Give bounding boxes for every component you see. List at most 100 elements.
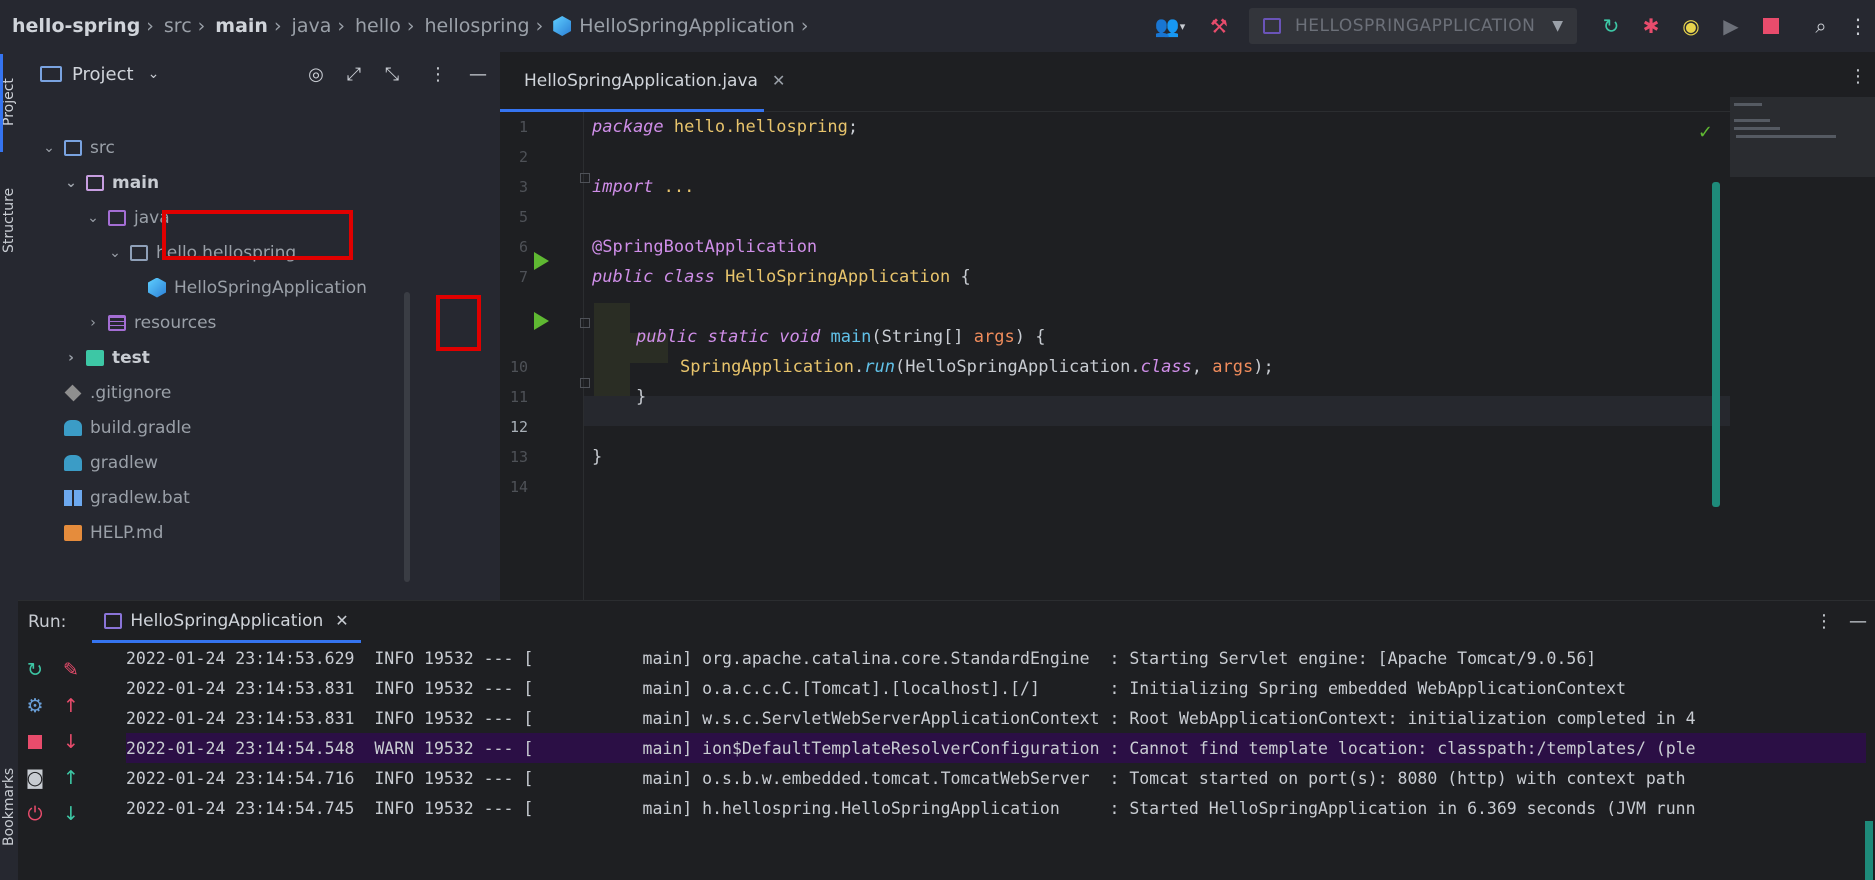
log-line: 2022-01-24 23:14:54.716 INFO 19532 --- […	[126, 768, 1686, 788]
chevron-right-icon: ›	[273, 15, 282, 37]
fold-marker-icon[interactable]	[580, 378, 590, 388]
tree-item-label: main	[112, 172, 160, 193]
tree-item-hellospringapplication[interactable]: HelloSpringApplication	[126, 270, 367, 305]
active-tab-indicator	[0, 54, 3, 152]
line-number: 7	[518, 268, 528, 286]
run-main-icon[interactable]	[534, 312, 549, 330]
hide-panel-icon[interactable]: —	[464, 60, 492, 88]
breadcrumb-hello[interactable]: hello	[355, 15, 401, 37]
breadcrumb-class[interactable]: HelloSpringApplication	[579, 15, 795, 37]
bookmarks-tool-tab[interactable]: Bookmarks	[0, 752, 18, 862]
hide-panel-icon[interactable]: —	[1849, 611, 1867, 632]
chevron-right-icon[interactable]: ›	[82, 315, 104, 331]
code-editor: HelloSpringApplication.java ✕ ⋮ 1 2 3 5 …	[500, 52, 1875, 600]
chevron-right-icon: ›	[197, 15, 206, 37]
expand-all-icon[interactable]: ⤢	[340, 60, 368, 88]
editor-file-tab[interactable]: HelloSpringApplication.java ✕	[500, 52, 785, 112]
run-configuration-label: HELLOSPRINGAPPLICATION	[1295, 16, 1536, 36]
tree-item-main[interactable]: ⌄ main	[60, 165, 159, 200]
rerun-icon[interactable]: ↻	[1591, 6, 1631, 46]
stop-icon[interactable]	[1751, 6, 1791, 46]
scroll-up-icon[interactable]: ↑	[58, 765, 84, 791]
tree-item-src[interactable]: ⌄ src	[38, 130, 115, 165]
no-problems-check-icon[interactable]: ✓	[1698, 122, 1713, 143]
build-hammer-icon[interactable]: ⚒	[1199, 6, 1239, 46]
arrow-up-icon[interactable]: ↑	[58, 693, 84, 719]
code-minimap[interactable]	[1730, 97, 1875, 177]
arrow-down-icon[interactable]: ↓	[58, 729, 84, 755]
tree-item-resources[interactable]: › resources	[82, 305, 216, 340]
tree-item-test[interactable]: › test	[60, 340, 150, 375]
chevron-down-icon[interactable]: ⌄	[104, 245, 126, 261]
breadcrumb-hellospring[interactable]: hellospring	[425, 15, 530, 37]
main-toolbar: 👥 ▾ ⚒ HELLOSPRINGAPPLICATION ▼ ↻ ✱ ◉ ▶ ⌕ …	[1145, 0, 1875, 52]
locate-target-icon[interactable]: ◎	[302, 60, 330, 88]
rerun-icon[interactable]: ↻	[22, 657, 48, 683]
collapse-all-icon[interactable]: ⤡	[378, 60, 406, 88]
more-vertical-icon[interactable]: ⋮	[1841, 6, 1875, 46]
application-config-icon	[104, 612, 123, 629]
tree-item-gitignore[interactable]: .gitignore	[38, 375, 171, 410]
tree-item-help-md[interactable]: HELP.md	[38, 515, 163, 550]
minimap-line	[1736, 135, 1836, 138]
breadcrumb-src[interactable]: src	[164, 15, 192, 37]
application-config-icon	[1263, 18, 1281, 34]
tree-item-gradlew-bat[interactable]: gradlew.bat	[38, 480, 190, 515]
stop-icon[interactable]	[22, 729, 48, 755]
scroll-down-icon[interactable]: ↓	[58, 801, 84, 827]
left-tool-stripe: Project Structure Bookmarks	[0, 52, 18, 880]
console-scrollbar[interactable]	[1865, 821, 1873, 880]
code-with-me-icon[interactable]: 👥 ▾	[1145, 6, 1195, 46]
project-panel-header: Project ⌄ ◎ ⤢ ⤡ ⋮ —	[18, 52, 500, 96]
gradle-file-icon	[64, 419, 82, 436]
run-class-icon[interactable]	[534, 252, 549, 270]
project-folder-icon	[40, 66, 62, 82]
tree-item-java[interactable]: ⌄ java	[82, 200, 170, 235]
tree-item-build-gradle[interactable]: build.gradle	[38, 410, 191, 445]
run-configuration-selector[interactable]: HELLOSPRINGAPPLICATION ▼	[1249, 8, 1577, 44]
chevron-down-icon[interactable]: ⌄	[148, 66, 160, 82]
more-vertical-icon[interactable]: ⋮	[1815, 611, 1833, 632]
minimap-line	[1734, 119, 1770, 122]
chevron-down-icon[interactable]: ⌄	[60, 175, 82, 191]
breadcrumb-main[interactable]: main	[215, 15, 268, 37]
close-icon[interactable]: ✕	[772, 71, 785, 90]
more-vertical-icon[interactable]: ⋮	[1849, 66, 1867, 87]
tree-item-hello-hellospring[interactable]: ⌄ hello.hellospring	[104, 235, 296, 270]
more-vertical-icon[interactable]: ⋮	[424, 60, 452, 88]
main-file-icon	[86, 174, 104, 191]
tree-item-label: gradlew.bat	[90, 487, 190, 508]
tree-item-gradlew[interactable]: gradlew	[38, 445, 158, 480]
clear-all-icon[interactable]: ✎	[58, 657, 84, 683]
editor-tab-label: HelloSpringApplication.java	[524, 70, 758, 91]
fold-marker-icon[interactable]	[580, 318, 590, 328]
project-panel-title[interactable]: Project	[72, 64, 134, 85]
code-area[interactable]: package hello.hellospring; import ... @S…	[592, 112, 1742, 600]
tree-item-label: build.gradle	[90, 417, 192, 438]
chevron-down-icon[interactable]: ⌄	[82, 210, 104, 226]
editor-scrollbar[interactable]	[1712, 182, 1720, 507]
run-tab[interactable]: HelloSpringApplication ✕	[92, 601, 361, 643]
settings-gear-icon[interactable]: ⚙	[22, 693, 48, 719]
tree-item-label: gradlew	[90, 452, 159, 473]
chevron-right-icon[interactable]: ›	[60, 350, 82, 366]
code-line: public class HelloSpringApplication {	[592, 267, 971, 287]
close-icon[interactable]: ✕	[335, 611, 348, 630]
run-tab-label: HelloSpringApplication	[130, 610, 324, 631]
breadcrumb-project[interactable]: hello-spring	[12, 15, 140, 37]
search-icon[interactable]: ⌕	[1801, 6, 1841, 46]
editor-gutter: 1 2 3 5 6 7 8 10 11 12 13 14	[500, 112, 590, 600]
breadcrumb-java[interactable]: java	[292, 15, 332, 37]
fold-marker-icon[interactable]	[580, 173, 590, 183]
project-scrollbar[interactable]	[404, 292, 410, 582]
chevron-down-icon[interactable]: ⌄	[38, 140, 60, 156]
git-file-icon	[64, 384, 82, 401]
debug-bug-icon[interactable]: ✱	[1631, 6, 1671, 46]
structure-tool-tab[interactable]: Structure	[0, 170, 18, 270]
log-line: 2022-01-24 23:14:53.831 INFO 19532 --- […	[126, 678, 1627, 698]
run-with-coverage-icon[interactable]: ◉	[1671, 6, 1711, 46]
plug-icon[interactable]: ⏻	[22, 801, 48, 827]
run-icon[interactable]: ▶	[1711, 6, 1751, 46]
console-output[interactable]: 2022-01-24 23:14:53.629 INFO 19532 --- […	[126, 643, 1866, 823]
camera-icon[interactable]: ◙	[22, 765, 48, 791]
